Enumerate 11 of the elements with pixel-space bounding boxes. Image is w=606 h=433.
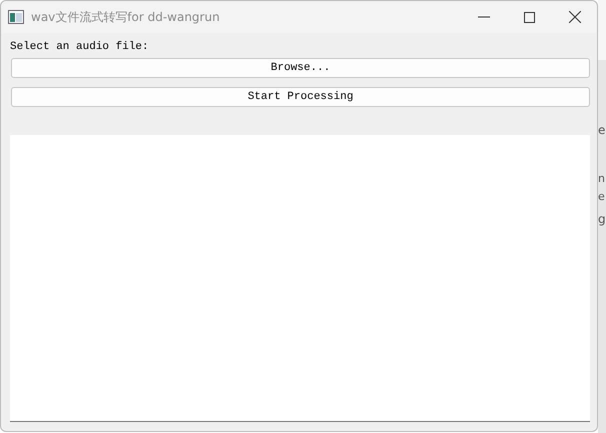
app-icon bbox=[8, 10, 24, 24]
start-processing-button[interactable]: Start Processing bbox=[11, 87, 590, 107]
prompt-label: Select an audio file: bbox=[10, 41, 150, 53]
text-fragment: n bbox=[598, 172, 605, 185]
window-title: wav文件流式转写for dd-wangrun bbox=[31, 8, 220, 26]
text-fragment: e bbox=[598, 123, 606, 137]
browse-button[interactable]: Browse... bbox=[11, 58, 590, 78]
text-fragment: e bbox=[598, 190, 605, 203]
close-icon[interactable] bbox=[569, 11, 581, 23]
text-fragment: g bbox=[598, 212, 606, 226]
maximize-icon[interactable] bbox=[524, 12, 535, 22]
